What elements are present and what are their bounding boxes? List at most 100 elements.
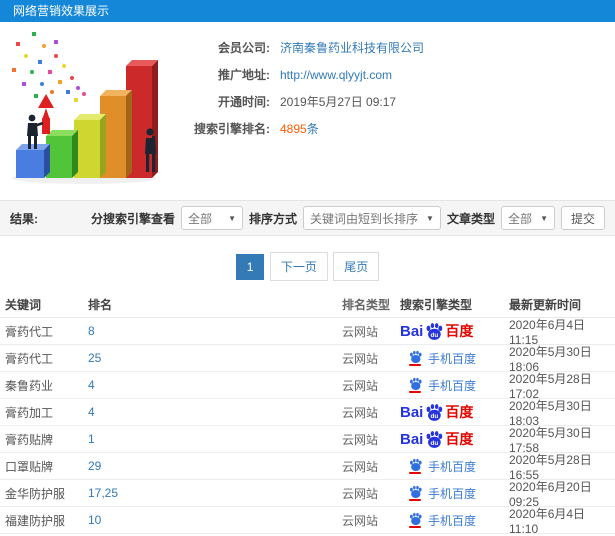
page-1-button[interactable]: 1 <box>235 254 265 280</box>
header-updated: 最新更新时间 <box>509 298 582 312</box>
engine-rank-value: 4895条 <box>280 120 319 137</box>
mobile-baidu-logo-icon: 手机百度 <box>408 350 476 367</box>
pagination: 1 下一页 尾页 <box>0 252 615 281</box>
header-rank: 排名 <box>88 298 113 312</box>
baidu-paw-icon <box>410 512 422 526</box>
sort-label: 排序方式 <box>249 211 298 226</box>
rank-link[interactable]: 8 <box>88 324 95 338</box>
keyword-cell: 膏药贴牌 <box>5 432 54 447</box>
last-page-button[interactable]: 尾页 <box>333 252 380 281</box>
engine-cell: 手机百度 <box>400 350 497 367</box>
bar-blue <box>16 144 50 178</box>
baidu-logo-icon: Bai du 百度 <box>400 322 474 340</box>
rank-link[interactable]: 4 <box>88 378 95 392</box>
company-label: 会员公司: <box>218 41 270 55</box>
engine-filter-label: 分搜索引擎查看 <box>91 211 176 226</box>
open-time-field: 开通时间: 2019年5月27日 09:17 <box>178 88 424 115</box>
window-titlebar: 网络营销效果展示 <box>0 0 615 22</box>
engine-cell: 手机百度 <box>400 458 497 475</box>
article-type-label: 文章类型 <box>446 211 495 226</box>
baidu-logo-icon: Bai du 百度 <box>400 403 474 421</box>
baidu-paw-icon <box>410 350 422 364</box>
result-label: 结果: <box>10 211 38 226</box>
next-page-button[interactable]: 下一页 <box>269 252 328 281</box>
company-link[interactable]: 济南秦鲁药业科技有限公司 <box>280 39 424 56</box>
baidu-paw-icon: du <box>426 430 443 448</box>
article-type-select[interactable]: 全部 ▼ <box>500 206 555 230</box>
table-body: 膏药代工 8 云网站 Bai du 百度 2020年6月4日 11:15 膏药代… <box>0 318 615 536</box>
table-row: 福建防护服 10 云网站 手机百度 2020年6月4日 11:10 <box>0 507 615 536</box>
baidu-paw-icon <box>410 485 422 499</box>
rank-link[interactable]: 29 <box>88 459 101 473</box>
baidu-underline <box>409 472 421 474</box>
mobile-baidu-label: 手机百度 <box>428 459 477 474</box>
baidu-underline <box>409 499 421 501</box>
rank-link[interactable]: 4 <box>88 405 95 419</box>
chevron-down-icon: ▼ <box>540 213 548 223</box>
page-title: 网络营销效果展示 <box>13 4 110 18</box>
mobile-baidu-logo-icon: 手机百度 <box>408 512 476 529</box>
baidu-paw-icon: du <box>426 322 443 340</box>
info-section: 会员公司: 济南秦鲁药业科技有限公司 推广地址: http://www.qlyy… <box>0 22 615 192</box>
url-field: 推广地址: http://www.qlyyjt.com <box>178 61 424 88</box>
rank-link[interactable]: 17,25 <box>88 486 118 500</box>
table-row: 膏药代工 25 云网站 手机百度 2020年5月30日 18:06 <box>0 345 615 374</box>
mobile-baidu-label: 手机百度 <box>428 513 477 528</box>
baidu-paw-icon <box>410 458 422 472</box>
baidu-underline <box>409 526 421 528</box>
rank-unit: 条 <box>306 122 319 136</box>
mobile-baidu-logo-icon: 手机百度 <box>408 458 476 475</box>
svg-text:du: du <box>431 332 439 339</box>
open-time-label: 开通时间: <box>218 95 270 109</box>
header-rank-type: 排名类型 <box>342 298 391 312</box>
rank-link[interactable]: 10 <box>88 513 101 527</box>
table-header-row: 关键词 排名 排名类型 搜索引擎类型 最新更新时间 <box>0 292 615 318</box>
rank-type-cell: 云网站 <box>342 351 379 366</box>
rank-link[interactable]: 25 <box>88 351 101 365</box>
rank-type-cell: 云网站 <box>342 486 379 501</box>
keyword-cell: 秦鲁药业 <box>5 378 54 393</box>
mobile-baidu-logo-icon: 手机百度 <box>408 377 476 394</box>
rank-type-cell: 云网站 <box>342 324 379 339</box>
rank-type-cell: 云网站 <box>342 405 379 420</box>
baidu-logo-icon: Bai du 百度 <box>400 430 474 448</box>
promotion-url-link[interactable]: http://www.qlyyjt.com <box>280 68 392 82</box>
submit-button[interactable]: 提交 <box>560 206 605 230</box>
confetti-dots <box>12 32 86 102</box>
svg-text:du: du <box>431 440 439 447</box>
mobile-baidu-label: 手机百度 <box>428 378 477 393</box>
filter-controls: 分搜索引擎查看 全部 ▼ 排序方式 关键词由短到长排序 ▼ 文章类型 全部 ▼ … <box>91 206 605 230</box>
engine-rank-field: 搜索引擎排名: 4895条 <box>178 115 424 142</box>
company-field: 会员公司: 济南秦鲁药业科技有限公司 <box>178 34 424 61</box>
engine-cell: Bai du 百度 <box>400 402 497 422</box>
keyword-cell: 福建防护服 <box>5 513 66 528</box>
table-row: 膏药代工 8 云网站 Bai du 百度 2020年6月4日 11:15 <box>0 318 615 347</box>
engine-rank-label: 搜索引擎排名: <box>194 122 270 136</box>
bar-chart-illustration-icon <box>12 32 158 184</box>
rank-link[interactable]: 1 <box>88 432 95 446</box>
table-row: 膏药加工 4 云网站 Bai du 百度 2020年5月30日 18:03 <box>0 399 615 428</box>
table-row: 口罩贴牌 29 云网站 手机百度 2020年5月28日 16:55 <box>0 453 615 482</box>
engine-cell: 手机百度 <box>400 512 497 529</box>
rank-type-cell: 云网站 <box>342 513 379 528</box>
keyword-cell: 口罩贴牌 <box>5 459 54 474</box>
chevron-down-icon: ▼ <box>426 213 434 223</box>
engine-filter-select[interactable]: 全部 ▼ <box>181 206 244 230</box>
rank-type-cell: 云网站 <box>342 432 379 447</box>
keyword-cell: 膏药加工 <box>5 405 54 420</box>
baidu-underline <box>409 391 421 393</box>
open-time-value: 2019年5月27日 09:17 <box>280 95 397 109</box>
engine-cell: Bai du 百度 <box>400 321 497 341</box>
rank-count: 4895 <box>280 122 307 136</box>
table-row: 秦鲁药业 4 云网站 手机百度 2020年5月28日 17:02 <box>0 372 615 401</box>
keyword-cell: 膏药代工 <box>5 351 54 366</box>
svg-text:du: du <box>431 413 439 420</box>
results-table: 关键词 排名 排名类型 搜索引擎类型 最新更新时间 膏药代工 8 云网站 Bai… <box>0 292 615 536</box>
chevron-down-icon: ▼ <box>228 213 237 223</box>
filter-bar: 结果: 分搜索引擎查看 全部 ▼ 排序方式 关键词由短到长排序 ▼ 文章类型 全… <box>0 200 615 236</box>
businessman-left <box>27 114 44 149</box>
table-row: 膏药贴牌 1 云网站 Bai du 百度 2020年5月30日 17:58 <box>0 426 615 455</box>
baidu-underline <box>409 364 421 366</box>
sort-select[interactable]: 关键词由短到长排序 ▼ <box>303 206 441 230</box>
rank-type-cell: 云网站 <box>342 378 379 393</box>
